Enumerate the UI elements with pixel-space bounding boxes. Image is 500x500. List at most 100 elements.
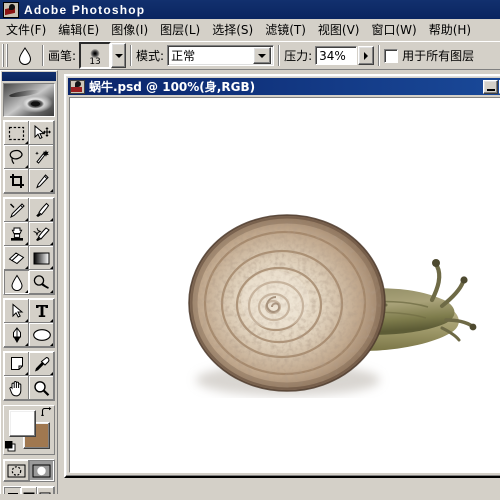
options-bar: 画笔: 13 模式: 正常 压力: 34% 用于所有图层 (0, 41, 500, 70)
mask-mode-group (3, 459, 55, 482)
tool-flyout-corner-icon (50, 189, 53, 192)
menu-view[interactable]: 视图(V) (312, 19, 366, 40)
default-colors-icon[interactable] (4, 440, 16, 452)
pressure-value: 34% (319, 48, 346, 63)
app-titlebar[interactable]: Adobe Photoshop (0, 0, 500, 19)
blur-tool[interactable] (4, 270, 29, 294)
options-separator-2 (130, 45, 133, 66)
document-window: 蜗牛.psd @ 100%(身,RGB) (64, 74, 500, 478)
blend-mode-dropdown-button[interactable] (253, 47, 272, 64)
photoshop-icon (3, 1, 19, 18)
path-selection-tool[interactable] (4, 299, 29, 323)
photoshop-window: Adobe Photoshop 文件(F) 编辑(E) 图像(I) 图层(L) … (0, 0, 500, 500)
tool-flyout-corner-icon (25, 141, 28, 144)
tool-flyout-corner-icon (25, 218, 28, 221)
tool-flyout-corner-icon (50, 242, 53, 245)
document-title: 蜗牛.psd @ 100%(身,RGB) (89, 80, 256, 94)
pressure-slider-button[interactable] (358, 46, 375, 65)
zoom-tool[interactable] (29, 376, 54, 400)
document-window-buttons (483, 79, 500, 94)
pressure-label: 压力: (284, 49, 313, 63)
menu-image[interactable]: 图像(I) (105, 19, 154, 40)
brush-preview[interactable]: 13 (79, 42, 112, 69)
eyedropper-tool[interactable] (29, 352, 54, 376)
document-canvas[interactable] (69, 97, 500, 473)
pen-tool[interactable] (4, 323, 29, 347)
hand-tool[interactable] (4, 376, 29, 400)
chevron-down-icon (114, 53, 123, 58)
minimize-icon (486, 88, 495, 91)
tool-flyout-corner-icon (25, 372, 28, 375)
chevron-right-icon (364, 51, 369, 60)
history-brush-tool[interactable] (29, 222, 54, 246)
eye-photo-banner[interactable] (3, 83, 55, 117)
swap-colors-icon[interactable] (41, 407, 52, 418)
tool-flyout-corner-icon (25, 343, 28, 346)
toolbox-group-selection (3, 120, 55, 194)
quick-mask-mode-button[interactable] (29, 460, 54, 481)
window-bottom-edge (0, 494, 500, 500)
healing-brush-tool[interactable] (4, 198, 29, 222)
tool-flyout-corner-icon (25, 319, 28, 322)
blur-droplet-icon (12, 44, 38, 67)
pressure-input[interactable]: 34% (315, 46, 358, 65)
mode-label: 模式: (136, 49, 165, 63)
use-all-layers-checkbox[interactable] (384, 48, 399, 63)
lasso-tool[interactable] (4, 145, 29, 169)
options-separator-3 (278, 45, 281, 66)
standard-mode-button[interactable] (4, 460, 29, 481)
toolbox-group-utility (3, 351, 55, 401)
blend-mode-value: 正常 (171, 49, 196, 63)
paintbrush-tool[interactable] (29, 198, 54, 222)
options-bar-grip[interactable] (2, 44, 9, 67)
menu-window[interactable]: 窗口(W) (365, 19, 422, 40)
notes-tool[interactable] (4, 352, 29, 376)
options-separator-4 (378, 45, 381, 66)
toolbox-group-vector (3, 298, 55, 348)
tool-flyout-corner-icon (25, 266, 28, 269)
tool-flyout-corner-icon (50, 319, 53, 322)
menu-layer[interactable]: 图层(L) (154, 19, 206, 40)
type-tool[interactable] (29, 299, 54, 323)
menu-filter[interactable]: 滤镜(T) (259, 19, 312, 40)
menu-file[interactable]: 文件(F) (0, 19, 52, 40)
use-all-layers-label: 用于所有图层 (402, 49, 475, 63)
color-swatch-area (3, 405, 55, 455)
toolbox-group-painting (3, 197, 55, 295)
crop-tool[interactable] (4, 169, 29, 193)
blend-mode-select[interactable]: 正常 (167, 45, 275, 66)
tool-flyout-corner-icon (25, 242, 28, 245)
app-title: Adobe Photoshop (24, 2, 146, 17)
psd-document-icon (70, 79, 85, 94)
dodge-tool[interactable] (29, 270, 54, 294)
menu-help[interactable]: 帮助(H) (423, 19, 477, 40)
menu-select[interactable]: 选择(S) (206, 19, 259, 40)
tool-flyout-corner-icon (25, 165, 28, 168)
brush-picker-dropdown[interactable] (111, 43, 127, 68)
magic-wand-tool[interactable] (29, 145, 54, 169)
menu-edit[interactable]: 编辑(E) (52, 19, 105, 40)
clone-stamp-tool[interactable] (4, 222, 29, 246)
options-separator-1 (42, 45, 44, 66)
eraser-tool[interactable] (4, 246, 29, 270)
slice-tool[interactable] (29, 169, 54, 193)
tool-flyout-corner-icon (50, 266, 53, 269)
tool-flyout-corner-icon (50, 290, 53, 293)
move-tool[interactable] (29, 121, 54, 145)
tool-flyout-corner-icon (50, 372, 53, 375)
toolbox-drag-handle[interactable] (2, 72, 56, 81)
snail-photo (188, 214, 477, 396)
foreground-color-swatch[interactable] (9, 410, 36, 437)
brush-label: 画笔: (48, 49, 77, 63)
brush-size-value: 13 (89, 57, 101, 67)
document-titlebar[interactable]: 蜗牛.psd @ 100%(身,RGB) (68, 78, 500, 95)
toolbox-panel (0, 70, 58, 500)
menubar: 文件(F) 编辑(E) 图像(I) 图层(L) 选择(S) 滤镜(T) 视图(V… (0, 19, 500, 40)
shape-tool[interactable] (29, 323, 54, 347)
tool-flyout-corner-icon (25, 290, 28, 293)
tool-flyout-corner-icon (50, 218, 53, 221)
tool-flyout-corner-icon (50, 343, 53, 346)
gradient-tool[interactable] (29, 246, 54, 270)
minimize-button[interactable] (483, 79, 498, 94)
marquee-tool[interactable] (4, 121, 29, 145)
